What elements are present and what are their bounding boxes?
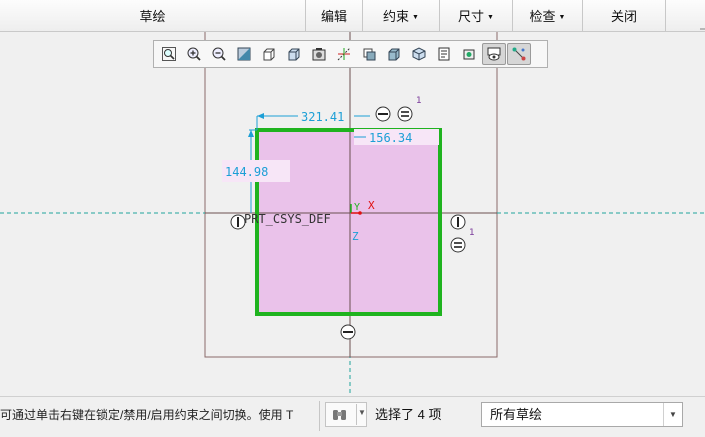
view-toolbar — [153, 40, 548, 68]
perspective-button[interactable] — [407, 43, 431, 65]
dim-arrow-icon — [248, 130, 254, 137]
csys-z-label: Z — [352, 230, 359, 243]
datum-display-button[interactable] — [332, 43, 356, 65]
chevron-down-icon: ▼ — [487, 14, 494, 21]
refit-button[interactable] — [157, 43, 181, 65]
constraint-equal-top-icon[interactable] — [397, 106, 413, 122]
inspect-menu-label: 检查 — [529, 9, 556, 24]
view-manager-button[interactable] — [282, 43, 306, 65]
constrain-menu-label: 约束 — [383, 9, 410, 24]
sketch-view-button[interactable] — [357, 43, 381, 65]
zoom-out-button[interactable] — [207, 43, 231, 65]
constraint-horizontal-top-icon[interactable] — [375, 106, 391, 122]
display-style-button[interactable] — [307, 43, 331, 65]
find-button[interactable]: ▼ — [325, 402, 367, 427]
sketch-drawing[interactable]: 321.41 156.34 144.98 PRT_CSYS_DEF Y X Z … — [0, 32, 705, 396]
sketcher-display-icon — [512, 47, 526, 61]
datum-display-icon — [337, 47, 351, 61]
constraint-vertical-left-icon[interactable] — [230, 214, 246, 230]
chevron-down-icon[interactable]: ▼ — [663, 403, 682, 426]
window-corner — [700, 28, 705, 30]
status-message: 可通过单击右键在锁定/禁用/启用约束之间切换。使用 T — [0, 408, 294, 422]
csys-x-label: X — [368, 199, 375, 212]
selection-filter-value: 所有草绘 — [490, 407, 543, 422]
close-menu-label: 关闭 — [610, 9, 637, 24]
constraint-equal-right-icon[interactable] — [450, 237, 466, 253]
constrain-menu[interactable]: 约束 ▼ — [362, 0, 439, 31]
status-divider — [319, 401, 320, 431]
disp-filters-button[interactable] — [482, 43, 506, 65]
chevron-down-icon: ▼ — [412, 14, 419, 21]
sketch-menu[interactable]: 草绘 — [0, 0, 305, 31]
menu-spacer — [665, 0, 705, 31]
status-bar: 可通过单击右键在锁定/禁用/启用约束之间切换。使用 T ▼ 选择了 4 项 所有… — [0, 396, 705, 437]
selection-count: 选择了 4 项 — [375, 407, 442, 422]
sketch-menu-label: 草绘 — [139, 9, 166, 24]
find-button-divider — [356, 404, 357, 425]
inspect-menu[interactable]: 检查 ▼ — [512, 0, 582, 31]
repaint-button[interactable] — [232, 43, 256, 65]
constraint-flag-label: 1 — [469, 228, 475, 238]
sketch-canvas[interactable]: 321.41 156.34 144.98 PRT_CSYS_DEF Y X Z … — [0, 32, 705, 396]
dim-offset-label[interactable]: 156.34 — [369, 131, 412, 145]
selection-filter-select[interactable]: 所有草绘 ▼ — [481, 402, 683, 427]
disp-filters-icon — [487, 47, 501, 61]
edit-menu-label: 编辑 — [320, 9, 347, 24]
zoom-in-button[interactable] — [182, 43, 206, 65]
csys-y-label: Y — [354, 202, 360, 213]
zoom-in-icon — [187, 47, 201, 61]
shading-button[interactable] — [382, 43, 406, 65]
csys-label[interactable]: PRT_CSYS_DEF — [244, 212, 331, 226]
refit-icon — [162, 47, 176, 61]
dim-arrow-icon — [257, 113, 264, 119]
spin-center-icon — [463, 49, 475, 60]
sketcher-display-button[interactable] — [507, 43, 531, 65]
chevron-down-icon: ▼ — [558, 14, 566, 21]
dim-width-label[interactable]: 321.41 — [301, 110, 344, 124]
display-style-icon — [312, 48, 326, 61]
saved-views-icon — [263, 48, 275, 61]
annotation-display-button[interactable] — [432, 43, 456, 65]
sketch-view-icon — [363, 48, 376, 61]
spin-center-button[interactable] — [457, 43, 481, 65]
repaint-icon — [237, 47, 251, 61]
zoom-out-icon — [212, 47, 226, 61]
constraint-horizontal-bottom-icon[interactable] — [340, 324, 356, 340]
menu-bar: 草绘 编辑 约束 ▼ 尺寸 ▼ 检查 ▼ 关闭 — [0, 0, 705, 32]
edit-menu[interactable]: 编辑 — [305, 0, 362, 31]
dimension-menu[interactable]: 尺寸 ▼ — [439, 0, 512, 31]
annotation-display-icon — [438, 47, 450, 61]
close-menu[interactable]: 关闭 — [582, 0, 665, 31]
saved-views-button[interactable] — [257, 43, 281, 65]
view-manager-icon — [288, 48, 300, 61]
dim-height-label[interactable]: 144.98 — [225, 165, 268, 179]
binoculars-icon — [333, 410, 346, 420]
dimension-menu-label: 尺寸 — [458, 9, 485, 24]
chevron-down-icon[interactable]: ▼ — [358, 408, 366, 417]
shading-icon — [388, 48, 400, 61]
constraint-flag-label: 1 — [416, 96, 422, 106]
perspective-icon — [412, 47, 426, 61]
constraint-vertical-right-icon[interactable] — [450, 214, 466, 230]
